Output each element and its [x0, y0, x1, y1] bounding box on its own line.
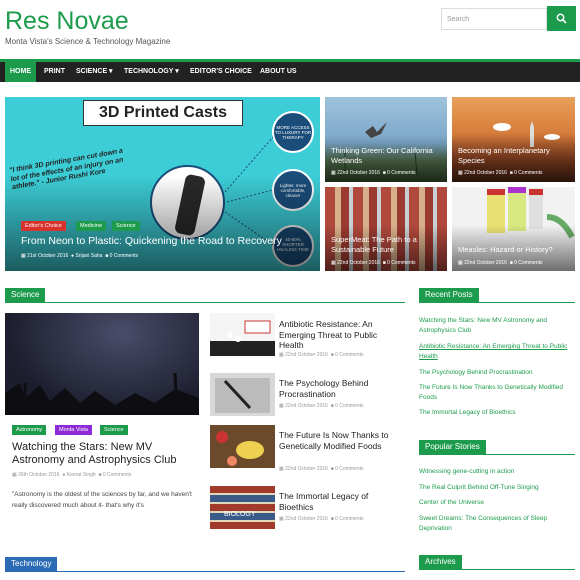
tag-science-lead[interactable]: Science	[100, 425, 128, 435]
tile-1-comments[interactable]: 0 Comments	[387, 170, 415, 176]
featured-main-title[interactable]: From Neon to Plastic: Quickening the Roa…	[21, 235, 320, 247]
featured-main-meta: ▦ 21st October 2016 ● Srijani Saha ■ 0 C…	[21, 253, 138, 259]
recent-post-3[interactable]: The Psychology Behind Procrastination	[419, 368, 571, 378]
tile-4-comments[interactable]: 0 Comments	[514, 260, 542, 266]
tile-3-date: 22nd October 2016	[337, 260, 380, 266]
tile-2-title[interactable]: Becoming an Interplanetary Species	[458, 146, 573, 165]
article-3-meta: ▦ 22nd October 2016 ■ 0 Comments	[279, 466, 363, 472]
tile-3-meta: ▦ 22nd October 2016 ■ 0 Comments	[331, 260, 415, 266]
tile-2-comments[interactable]: 0 Comments	[514, 170, 542, 176]
tile-3-comments[interactable]: 0 Comments	[387, 260, 415, 266]
tile-2-meta: ▦ 22nd October 2016 ■ 0 Comments	[458, 170, 542, 176]
nav-editors-choice[interactable]: EDITOR'S CHOICE	[190, 62, 252, 82]
tile-4-date: 22nd October 2016	[464, 260, 507, 266]
article-2-meta: ▦ 22nd October 2016 ■ 0 Comments	[279, 403, 363, 409]
science-lead-excerpt: "Astronomy is the oldest of the sciences…	[12, 491, 192, 509]
site-header: Res Novae Monta Vista's Science & Techno…	[0, 0, 580, 58]
article-2-comments[interactable]: 0 Comments	[335, 403, 363, 409]
nav-about-us[interactable]: ABOUT US	[260, 62, 297, 82]
science-lead-title[interactable]: Watching the Stars: New MV Astronomy and…	[12, 441, 202, 467]
featured-main-author[interactable]: Srijani Saha	[75, 253, 102, 259]
notebook-image	[215, 378, 270, 413]
article-4-date: 22nd October 2016	[285, 516, 328, 522]
tile-1-meta: ▦ 22nd October 2016 ■ 0 Comments	[331, 170, 415, 176]
night-sky-image	[5, 372, 199, 415]
article-1-title[interactable]: Antibiotic Resistance: An Emerging Threa…	[279, 319, 391, 351]
site-tagline: Monta Vista's Science & Technology Magaz…	[5, 37, 171, 46]
tile-4-meta: ▦ 22nd October 2016 ■ 0 Comments	[458, 260, 542, 266]
article-1-date: 22nd October 2016	[285, 352, 328, 358]
tag-monta-vista[interactable]: Monta Vista	[55, 425, 92, 435]
nav-science[interactable]: SCIENCE ▾	[76, 62, 113, 82]
tag-astronomy[interactable]: Astronomy	[12, 425, 47, 435]
recent-post-4[interactable]: The Future Is Now Thanks to Genetically …	[419, 383, 571, 403]
tag-medicine[interactable]: Medicine	[76, 221, 107, 231]
featured-tile-1[interactable]: Thinking Green: Our California Wetlands …	[325, 97, 447, 182]
search-button[interactable]	[547, 6, 576, 31]
article-4-meta: ▦ 22nd October 2016 ■ 0 Comments	[279, 516, 363, 522]
featured-tile-4[interactable]: Measles: Hazard or History? ▦ 22nd Octob…	[452, 187, 575, 271]
popular-stories-heading: Popular Stories	[419, 440, 486, 454]
tag-science[interactable]: Science	[112, 221, 140, 231]
main-nav: HOME PRINT SCIENCE ▾ TECHNOLOGY ▾ EDITOR…	[0, 62, 580, 82]
popular-story-1[interactable]: Witnessing gene-cutting in action	[419, 467, 571, 477]
site-logo[interactable]: Res Novae	[5, 7, 129, 36]
archives-line	[419, 569, 575, 570]
article-3-date: 22nd October 2016	[285, 466, 328, 472]
recent-posts-heading: Recent Posts	[419, 288, 479, 302]
search-icon	[556, 13, 567, 24]
article-3-comments[interactable]: 0 Comments	[335, 466, 363, 472]
tile-1-date: 22nd October 2016	[337, 170, 380, 176]
archives-heading: Archives	[419, 555, 462, 569]
food-image	[216, 431, 264, 466]
article-4-comments[interactable]: 0 Comments	[335, 516, 363, 522]
recent-post-1[interactable]: Watching the Stars: New MV Astronomy and…	[419, 316, 571, 336]
featured-tile-3[interactable]: SuperMeat: The Path to a Sustainable Fut…	[325, 187, 447, 271]
science-lead-author[interactable]: Keerat Singh	[67, 472, 96, 478]
featured-tile-2[interactable]: Becoming an Interplanetary Species ▦ 22n…	[452, 97, 575, 182]
science-lead-image[interactable]	[5, 313, 199, 415]
science-heading-line	[5, 302, 405, 303]
featured-main-comments[interactable]: 0 Comments	[110, 253, 138, 259]
article-3-title[interactable]: The Future Is Now Thanks to Genetically …	[279, 430, 391, 451]
tile-1-title[interactable]: Thinking Green: Our California Wetlands	[331, 146, 447, 165]
search-input[interactable]: Search	[441, 8, 547, 30]
article-4-thumb[interactable]: BIOLOGY	[210, 486, 275, 529]
science-lead-date: 26th October 2016	[18, 472, 60, 478]
recent-posts-line	[419, 302, 575, 303]
tile-4-title[interactable]: Measles: Hazard or History?	[458, 245, 575, 255]
recent-post-2[interactable]: Antibiotic Resistance: An Emerging Threa…	[419, 342, 571, 362]
popular-story-3[interactable]: Center of the Universe	[419, 498, 571, 508]
article-1-comments[interactable]: 0 Comments	[335, 352, 363, 358]
tile-2-date: 22nd October 2016	[464, 170, 507, 176]
article-4-title[interactable]: The Immortal Legacy of Bioethics	[279, 491, 391, 512]
popular-story-2[interactable]: The Real Culprit Behind Off-Tune Singing	[419, 483, 571, 493]
article-1-meta: ▦ 22nd October 2016 ■ 0 Comments	[279, 352, 363, 358]
article-2-title[interactable]: The Psychology Behind Procrastination	[279, 378, 391, 399]
popular-story-4[interactable]: Sweet Dreams: The Consequences of Sleep …	[419, 514, 571, 534]
nav-print[interactable]: PRINT	[44, 62, 65, 82]
tag-editors-choice[interactable]: Editor's Choice	[21, 221, 66, 231]
science-lead-comments[interactable]: 0 Comments	[103, 472, 131, 478]
svg-text:BIOLOGY: BIOLOGY	[224, 511, 256, 518]
books-image: BIOLOGY	[224, 511, 256, 518]
nav-technology[interactable]: TECHNOLOGY ▾	[124, 62, 179, 82]
tile-3-title[interactable]: SuperMeat: The Path to a Sustainable Fut…	[331, 235, 441, 254]
science-lead-meta: ▦ 26th October 2016 ● Keerat Singh ■ 0 C…	[12, 472, 131, 478]
article-3-thumb[interactable]	[210, 425, 275, 468]
nav-home[interactable]: HOME	[5, 62, 36, 82]
recent-post-5[interactable]: The Immortal Legacy of Bioethics	[419, 408, 571, 418]
science-heading[interactable]: Science	[5, 288, 46, 302]
featured-main-date: 21st October 2016	[27, 253, 69, 259]
article-1-thumb[interactable]	[210, 313, 275, 356]
technology-heading-line	[5, 571, 405, 572]
article-2-date: 22nd October 2016	[285, 403, 328, 409]
technology-heading[interactable]: Technology	[5, 557, 58, 571]
featured-main[interactable]: 3D Printed Casts "I think 3D printing ca…	[5, 97, 320, 271]
popular-stories-line	[419, 454, 575, 455]
article-2-thumb[interactable]	[210, 373, 275, 416]
pill-bottle-image	[210, 320, 275, 356]
